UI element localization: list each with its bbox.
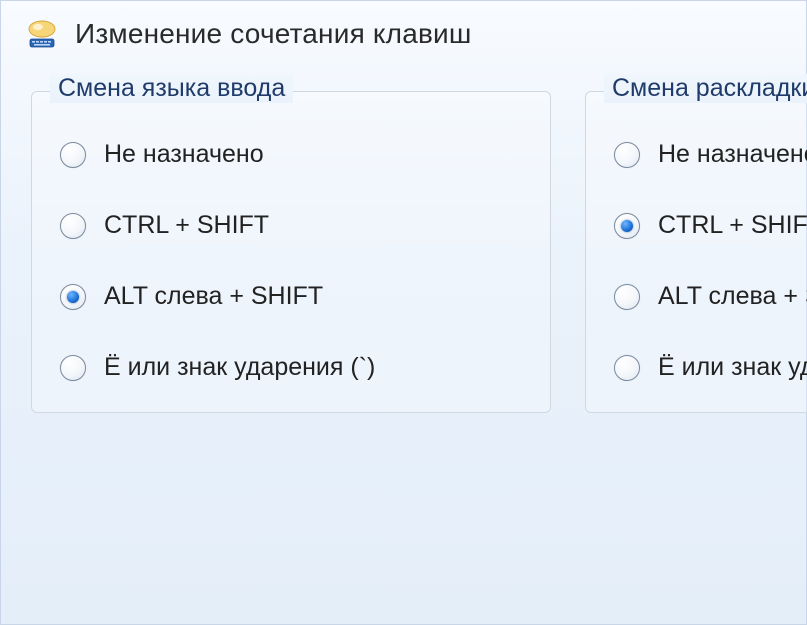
radio-icon (60, 355, 86, 381)
keyboard-layout-icon (23, 15, 61, 53)
radio-list: Не назначено CTRL + SHIFT ALT слева + SH… (60, 140, 522, 382)
radio-icon (614, 284, 640, 310)
radio-option-grave-accent[interactable]: Ё или знак ударения (`) (614, 353, 807, 382)
radio-label: CTRL + SHIFT (658, 211, 807, 240)
radio-icon (60, 213, 86, 239)
radio-icon (614, 142, 640, 168)
radio-option-grave-accent[interactable]: Ё или знак ударения (`) (60, 353, 522, 382)
radio-label: Не назначено (104, 140, 264, 169)
radio-option-left-alt-shift[interactable]: ALT слева + SHIFT (60, 282, 522, 311)
radio-option-ctrl-shift[interactable]: CTRL + SHIFT (60, 211, 522, 240)
radio-icon (60, 142, 86, 168)
dialog-title: Изменение сочетания клавиш (75, 18, 472, 50)
radio-label: ALT слева + SHIFT (104, 282, 323, 311)
radio-option-not-assigned[interactable]: Не назначено (614, 140, 807, 169)
group-keyboard-layout: Смена раскладки клавиатуры Не назначено … (585, 91, 807, 413)
group-legend: Смена раскладки клавиатуры (604, 74, 807, 103)
radio-label: Ё или знак ударения (`) (104, 353, 375, 382)
group-input-language: Смена языка ввода Не назначено CTRL + SH… (31, 91, 551, 413)
radio-option-left-alt-shift[interactable]: ALT слева + SHIFT (614, 282, 807, 311)
dialog-content: Смена языка ввода Не назначено CTRL + SH… (1, 73, 806, 413)
radio-icon (614, 213, 640, 239)
radio-option-not-assigned[interactable]: Не назначено (60, 140, 522, 169)
radio-icon (60, 284, 86, 310)
group-legend: Смена языка ввода (50, 74, 293, 103)
radio-label: Ё или знак ударения (`) (658, 353, 807, 382)
radio-icon (614, 355, 640, 381)
radio-label: CTRL + SHIFT (104, 211, 269, 240)
radio-label: Не назначено (658, 140, 807, 169)
radio-option-ctrl-shift[interactable]: CTRL + SHIFT (614, 211, 807, 240)
dialog-window: Изменение сочетания клавиш Смена языка в… (0, 0, 807, 625)
radio-label: ALT слева + SHIFT (658, 282, 807, 311)
titlebar: Изменение сочетания клавиш (1, 1, 806, 73)
radio-list: Не назначено CTRL + SHIFT ALT слева + SH… (614, 140, 807, 382)
